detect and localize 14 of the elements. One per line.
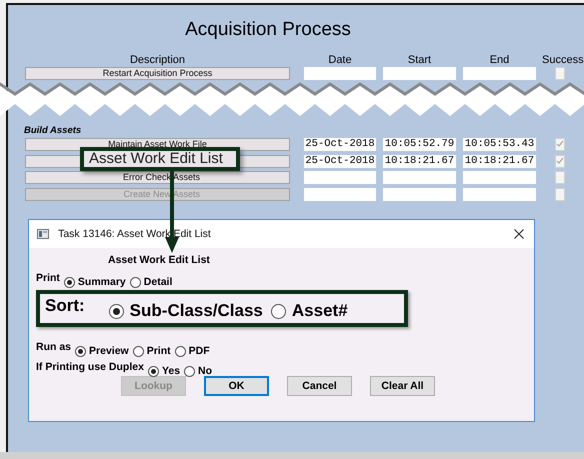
window-title: Task 13146: Asset Work Edit List	[58, 228, 212, 240]
option-label: Sort:	[45, 296, 85, 316]
column-header: Success	[542, 54, 584, 66]
page-title: Acquisition Process	[184, 19, 352, 42]
option-label: If Printing use Duplex	[36, 361, 144, 373]
option-label: Print	[36, 272, 60, 284]
section-heading: Build Assets	[24, 125, 82, 138]
option-label: Run as	[36, 341, 72, 353]
column-header: Start	[406, 54, 432, 66]
dialog-heading: Asset Work Edit List	[108, 254, 211, 268]
column-header: End	[488, 54, 510, 66]
column-header: Description	[128, 54, 186, 66]
callout-tooltip: Asset Work Edit List	[80, 147, 240, 171]
column-header: Date	[327, 54, 353, 66]
